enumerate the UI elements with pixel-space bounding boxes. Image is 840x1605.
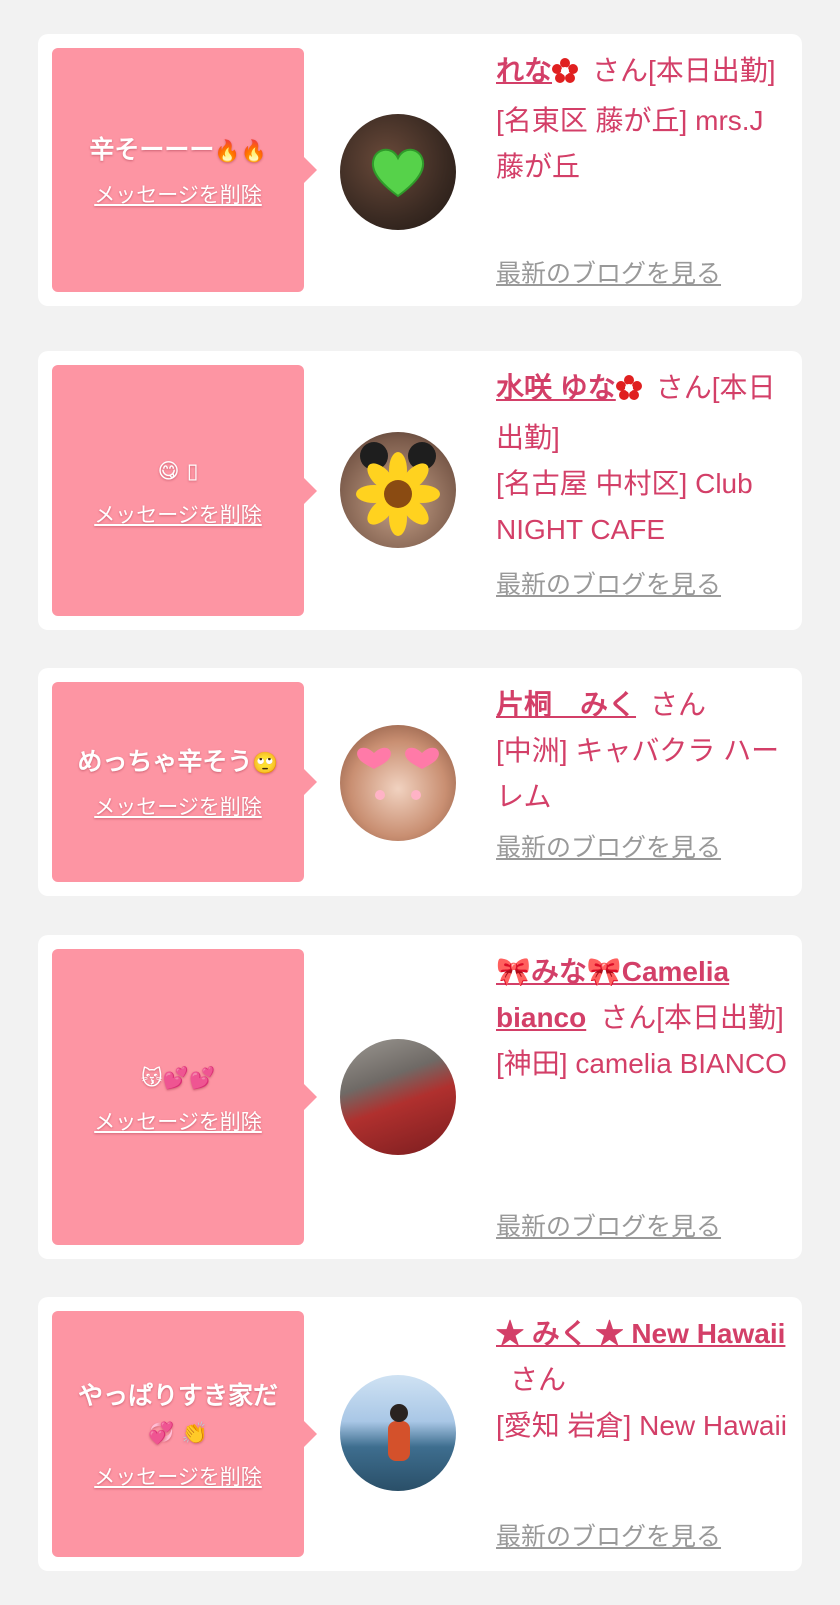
message-bubble: 辛そーーー🔥🔥 メッセージを削除 <box>52 48 317 292</box>
message-emoji: 😽💕💕 <box>140 1065 216 1090</box>
message-emoji: 🔥🔥 <box>214 138 267 163</box>
message-card: めっちゃ辛そう🙄 メッセージを削除 片桐 みく さん [中洲] キャバクラ ハーレ… <box>38 668 802 896</box>
message-emoji: 💞 👏 <box>148 1420 208 1445</box>
delete-message-link[interactable]: メッセージを削除 <box>94 179 262 209</box>
red-flower-icon <box>552 52 579 98</box>
message-emoji: 🙄 <box>252 750 279 775</box>
message-bubble: めっちゃ辛そう🙄 メッセージを削除 <box>52 682 317 882</box>
delete-message-link[interactable]: メッセージを削除 <box>94 1461 262 1491</box>
avatar[interactable] <box>340 1375 456 1491</box>
message-text: 😽💕💕 <box>141 1059 215 1096</box>
latest-blog-link[interactable]: 最新のブログを見る <box>496 1517 721 1553</box>
photo-icon <box>340 1039 456 1155</box>
message-bubble: 😋 ▯ メッセージを削除 <box>52 365 317 616</box>
photo-icon <box>340 1375 456 1491</box>
cast-name-link[interactable]: れな <box>496 55 579 86</box>
cast-info: れな さん[本日出勤] [名東区 藤が丘] mrs.J藤が丘 <box>496 48 788 190</box>
avatar[interactable] <box>340 1039 456 1155</box>
latest-blog-link[interactable]: 最新のブログを見る <box>496 565 721 601</box>
cast-info: ★ みく ★ New Hawaii さん [愛知 岩倉] New Hawaii <box>496 1311 788 1449</box>
message-text: 😋 ▯ <box>158 452 199 489</box>
message-bubble: やっぱりすき家だ 💞 👏 メッセージを削除 <box>52 1311 317 1557</box>
cast-suffix: さん[本日出勤] <box>592 55 776 86</box>
cast-name: 片桐 みく <box>496 689 637 720</box>
delete-message-link[interactable]: メッセージを削除 <box>94 791 262 821</box>
cast-suffix: さん[本日出勤] <box>600 1002 784 1033</box>
message-text-label: めっちゃ辛そう <box>77 746 253 776</box>
cast-location: [中洲] キャバクラ ハーレム <box>496 735 780 812</box>
message-text-label: やっぱりすき家だ <box>77 1380 278 1410</box>
message-bubble: 😽💕💕 メッセージを削除 <box>52 949 317 1245</box>
green-heart-sticker-icon <box>340 114 456 230</box>
message-text: めっちゃ辛そう🙄 <box>77 744 278 781</box>
message-emoji: 😋 ▯ <box>157 459 199 483</box>
heart-ears-filter-icon <box>340 725 456 841</box>
latest-blog-link[interactable]: 最新のブログを見る <box>496 828 721 864</box>
message-card: 辛そーーー🔥🔥 メッセージを削除 れな さん[本日出勤] [名東区 藤が丘] mr… <box>38 34 802 306</box>
avatar[interactable] <box>340 114 456 230</box>
cast-info: 🎀みな🎀Camelia bianco さん[本日出勤] [神田] camelia … <box>496 949 788 1087</box>
sunflower-sticker-icon <box>340 432 456 548</box>
latest-blog-link[interactable]: 最新のブログを見る <box>496 1207 721 1243</box>
latest-blog-link[interactable]: 最新のブログを見る <box>496 254 721 290</box>
cast-location: [神田] camelia BIANCO <box>496 1048 787 1079</box>
cast-location: [名東区 藤が丘] mrs.J藤が丘 <box>496 105 764 182</box>
cast-location: [愛知 岩倉] New Hawaii <box>496 1410 787 1441</box>
cast-name-link[interactable]: ★ みく ★ New Hawaii <box>496 1318 785 1349</box>
avatar[interactable] <box>340 725 456 841</box>
cast-name: ★ みく ★ New Hawaii <box>496 1318 786 1349</box>
message-card: やっぱりすき家だ 💞 👏 メッセージを削除 ★ みく ★ New Hawaii さん… <box>38 1297 802 1571</box>
cast-name-link[interactable]: 片桐 みく <box>496 689 636 720</box>
avatar[interactable] <box>340 432 456 548</box>
delete-message-link[interactable]: メッセージを削除 <box>94 499 262 529</box>
cast-name: 水咲 ゆな <box>496 372 616 403</box>
message-text-label: 辛そーーー <box>89 134 215 164</box>
cast-info: 片桐 みく さん [中洲] キャバクラ ハーレム <box>496 682 788 820</box>
cast-name-link[interactable]: 水咲 ゆな <box>496 372 642 403</box>
red-flower-icon <box>615 369 642 415</box>
cast-suffix: さん <box>650 689 707 720</box>
message-card: 😋 ▯ メッセージを削除 水咲 ゆな さん[本日出勤] [名古屋 中村区] Cl… <box>38 351 802 630</box>
message-list: 辛そーーー🔥🔥 メッセージを削除 れな さん[本日出勤] [名東区 藤が丘] mr… <box>0 0 840 1605</box>
cast-location: [名古屋 中村区] Club NIGHT CAFE <box>496 468 753 545</box>
message-text: 辛そーーー🔥🔥 <box>89 132 266 169</box>
cast-info: 水咲 ゆな さん[本日出勤] [名古屋 中村区] Club NIGHT CAFE <box>496 365 788 553</box>
cast-suffix: さん <box>510 1364 567 1395</box>
message-text: やっぱりすき家だ 💞 👏 <box>78 1378 278 1451</box>
cast-name: れな <box>496 55 553 86</box>
message-card: 😽💕💕 メッセージを削除 🎀みな🎀Camelia bianco さん[本日出勤] … <box>38 935 802 1259</box>
delete-message-link[interactable]: メッセージを削除 <box>94 1106 262 1136</box>
